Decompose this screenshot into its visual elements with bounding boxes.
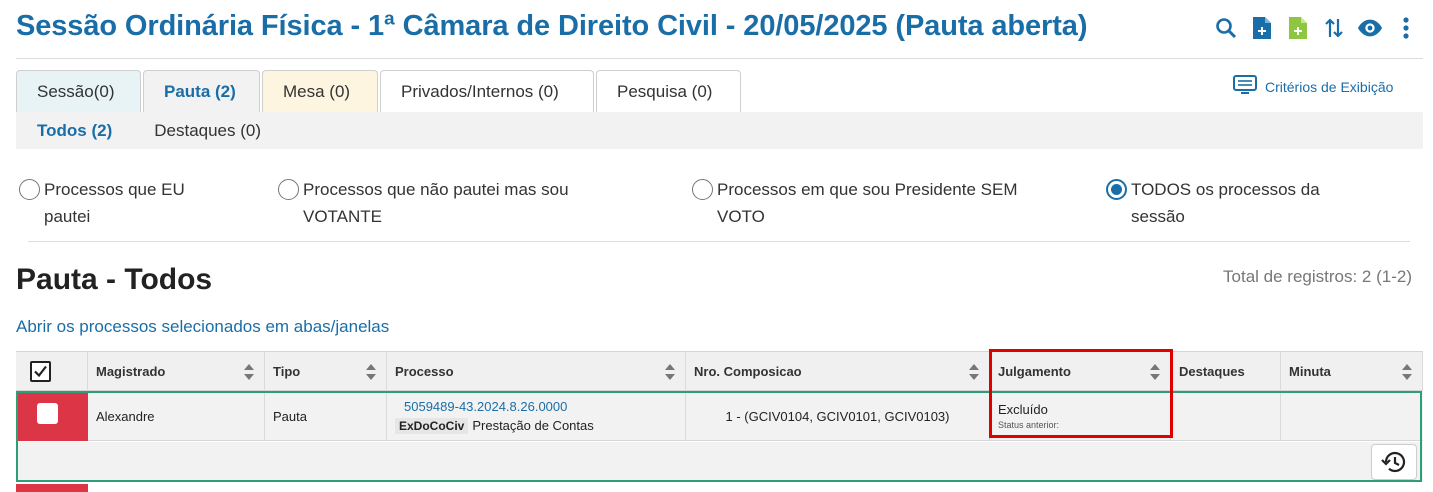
select-all-checkbox[interactable] — [30, 361, 51, 382]
column-header-processo[interactable]: Processo — [387, 351, 686, 391]
filter-label: Processos que não pautei mas sou — [303, 180, 569, 199]
pauta-table: Magistrado Tipo Processo Nro. Composicao… — [16, 349, 1423, 492]
filter-votante[interactable]: Processos que não pautei mas sou VOTANTE — [278, 176, 569, 230]
column-label: Processo — [395, 363, 454, 379]
more-vertical-icon[interactable] — [1393, 14, 1419, 42]
filters-divider — [28, 241, 1410, 242]
row-status-marker — [16, 484, 88, 492]
column-label: Minuta — [1289, 363, 1331, 379]
tab-pesquisa[interactable]: Pesquisa (0) — [596, 70, 741, 112]
column-header-magistrado[interactable]: Magistrado — [88, 351, 265, 391]
cell-processo: 5059489-43.2024.8.26.0000 ExDoCoCiv Prest… — [387, 391, 686, 441]
column-header-minuta[interactable]: Minuta — [1281, 351, 1423, 391]
eye-icon[interactable] — [1357, 14, 1383, 42]
tab-mesa[interactable]: Mesa (0) — [262, 70, 378, 112]
select-all-header — [16, 351, 88, 391]
criterios-exibicao-link[interactable]: Critérios de Exibição — [1233, 75, 1393, 98]
total-records: Total de registros: 2 (1-2) — [1223, 267, 1412, 286]
column-header-tipo[interactable]: Tipo — [265, 351, 387, 391]
title-divider — [16, 58, 1423, 59]
filter-presidente-sem-voto[interactable]: Processos em que sou Presidente SEM VOTO — [692, 176, 1017, 230]
cell-magistrado: Alexandre — [88, 391, 265, 441]
tab-sessao[interactable]: Sessão(0) — [16, 70, 141, 112]
classe-badge: ExDoCoCiv — [395, 417, 469, 434]
status-anterior: Status anterior: — [998, 420, 1060, 430]
section-title: Pauta - Todos — [16, 263, 213, 296]
filter-eu-pautei[interactable]: Processos que EU pautei — [19, 176, 185, 230]
filter-label: Processos que EU — [44, 180, 185, 199]
criterios-label: Critérios de Exibição — [1265, 78, 1394, 95]
processo-link[interactable]: 5059489-43.2024.8.26.0000 — [404, 399, 567, 414]
subtab-destaques[interactable]: Destaques (0) — [133, 121, 282, 141]
filter-label: Processos em que sou Presidente SEM — [717, 180, 1018, 199]
table-row[interactable]: Alexandre Pauta 5059489-43.2024.8.26.000… — [16, 391, 1423, 441]
filter-label: TODOS os processos da — [1131, 180, 1320, 199]
column-header-destaques: Destaques — [1171, 351, 1281, 391]
subtab-todos[interactable]: Todos (2) — [16, 121, 133, 141]
column-header-julgamento[interactable]: Julgamento — [990, 351, 1171, 391]
toolbar — [1213, 14, 1419, 42]
radio-button[interactable] — [19, 179, 40, 200]
assunto-text: Prestação de Contas — [472, 417, 594, 433]
tab-privados-internos[interactable]: Privados/Internos (0) — [380, 70, 594, 112]
radio-button-selected[interactable] — [1106, 179, 1127, 200]
radio-button[interactable] — [692, 179, 713, 200]
sort-icon — [366, 364, 376, 380]
cell-composicao: 1 - (GCIV0104, GCIV0101, GCIV0103) — [686, 391, 990, 441]
display-criteria-icon — [1233, 75, 1257, 98]
julgamento-status: Excluído — [998, 402, 1048, 417]
history-button[interactable] — [1371, 444, 1417, 480]
search-icon[interactable] — [1213, 14, 1239, 42]
file-add-icon[interactable] — [1249, 14, 1275, 42]
row-checkbox[interactable] — [37, 403, 58, 424]
tab-pauta[interactable]: Pauta (2) — [143, 70, 260, 112]
sort-icon — [244, 364, 254, 380]
filter-label-cont: VOTO — [717, 207, 765, 226]
sort-icon — [969, 364, 979, 380]
filter-label-cont: sessão — [1131, 207, 1185, 226]
cell-julgamento: Excluído Status anterior: — [990, 391, 1171, 441]
filter-todos-processos[interactable]: TODOS os processos da sessão — [1106, 176, 1320, 230]
column-header-nro-composicao[interactable]: Nro. Composicao — [686, 351, 990, 391]
column-label: Destaques — [1179, 363, 1245, 379]
filter-label-cont: VOTANTE — [303, 207, 383, 226]
column-label: Julgamento — [998, 363, 1071, 379]
history-icon — [1381, 451, 1406, 473]
filter-label-cont: pautei — [44, 207, 91, 226]
row-status-marker — [16, 391, 88, 441]
column-label: Nro. Composicao — [694, 363, 802, 379]
file-add-green-icon[interactable] — [1285, 14, 1311, 42]
radio-button[interactable] — [278, 179, 299, 200]
sort-icon — [1402, 364, 1412, 380]
column-label: Tipo — [273, 363, 301, 379]
sub-tabs: Todos (2) Destaques (0) — [16, 112, 1423, 149]
main-tabs: Sessão(0) Pauta (2) Mesa (0) Privados/In… — [16, 70, 741, 112]
table-row — [16, 484, 1423, 492]
sort-arrows-icon[interactable] — [1321, 14, 1347, 42]
cell-destaques — [1171, 391, 1281, 441]
open-selected-link[interactable]: Abrir os processos selecionados em abas/… — [16, 317, 389, 337]
page-title: Sessão Ordinária Física - 1ª Câmara de D… — [16, 10, 1088, 42]
sort-icon — [665, 364, 675, 380]
column-label: Magistrado — [96, 363, 166, 379]
sort-icon — [1150, 364, 1160, 380]
row-detail-panel — [16, 442, 1423, 482]
cell-tipo: Pauta — [265, 391, 387, 441]
cell-minuta — [1281, 391, 1423, 441]
